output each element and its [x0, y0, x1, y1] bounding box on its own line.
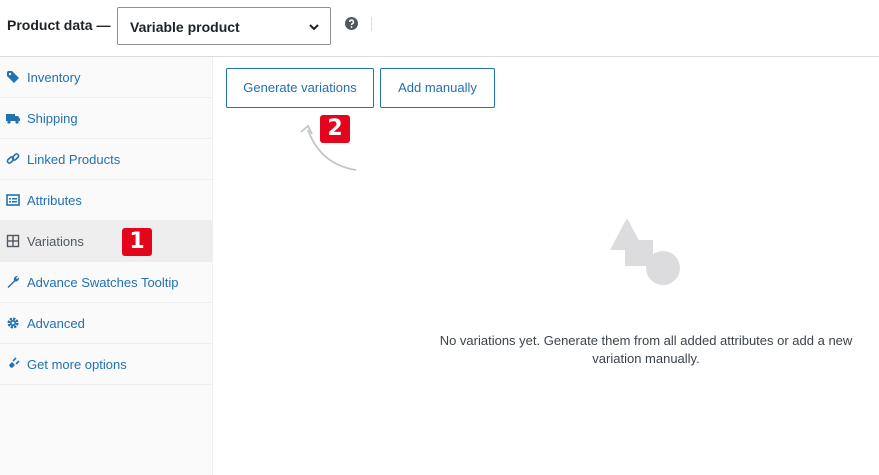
wrench-icon [7, 275, 20, 288]
empty-state-message: No variations yet. Generate them from al… [420, 332, 872, 368]
product-data-header: Product data — Variable product [0, 0, 879, 57]
product-type-select[interactable]: Variable product [117, 7, 331, 45]
tab-label: Advanced [27, 316, 85, 331]
generate-variations-button[interactable]: Generate variations [226, 68, 374, 108]
list-icon [6, 194, 20, 206]
link-icon [6, 153, 20, 164]
tab-get-more-options[interactable]: Get more options [0, 344, 212, 385]
tab-advance-swatches-tooltip[interactable]: Advance Swatches Tooltip [0, 262, 212, 303]
empty-state-line-1: No variations yet. Generate them from al… [439, 333, 853, 348]
header-divider [371, 17, 372, 31]
tab-label: Advance Swatches Tooltip [27, 275, 179, 290]
tab-label: Linked Products [27, 152, 121, 167]
tag-icon [7, 71, 19, 83]
tab-label: Variations [27, 234, 84, 249]
gear-icon [7, 317, 19, 329]
help-icon[interactable] [345, 17, 358, 30]
empty-state-line-2: variation manually. [592, 351, 700, 366]
chevron-down-icon [309, 24, 319, 31]
tab-label: Inventory [27, 70, 81, 85]
tab-attributes[interactable]: Attributes [0, 180, 212, 221]
tab-variations[interactable]: Variations [0, 221, 212, 262]
tab-label: Attributes [27, 193, 82, 208]
product-type-value: Variable product [130, 19, 240, 35]
step-badge-2: 2 [320, 115, 350, 143]
tab-label: Get more options [27, 357, 127, 372]
plugin-icon [7, 357, 20, 370]
product-data-tabs: Inventory Shipping Linked Products Attri… [0, 57, 213, 475]
tab-shipping[interactable]: Shipping [0, 98, 212, 139]
add-manually-button[interactable]: Add manually [380, 68, 495, 108]
tab-inventory[interactable]: Inventory [0, 57, 212, 98]
step-badge-1: 1 [122, 228, 152, 256]
tab-linked-products[interactable]: Linked Products [0, 139, 212, 180]
truck-icon [6, 114, 20, 124]
tab-label: Shipping [27, 111, 78, 126]
product-data-label: Product data — [7, 17, 111, 33]
grid-icon [6, 234, 20, 248]
empty-state-shapes-icon [610, 218, 680, 285]
tab-advanced[interactable]: Advanced [0, 303, 212, 344]
